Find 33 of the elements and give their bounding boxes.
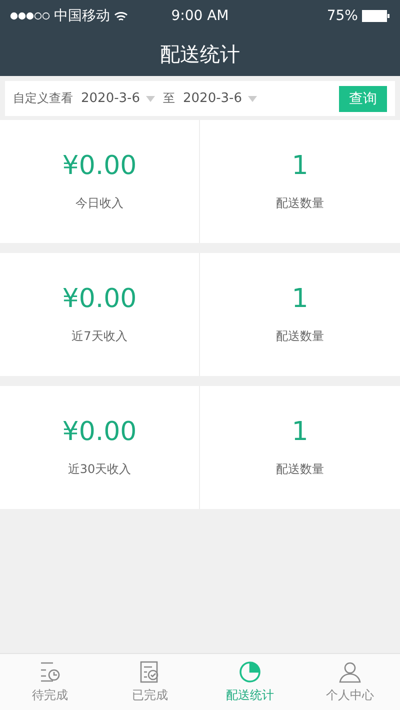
battery-percent: 75%	[326, 8, 358, 24]
income-amount: ¥0.00	[62, 284, 137, 314]
income-amount: ¥0.00	[62, 151, 137, 181]
dropdown-caret-icon	[248, 96, 258, 102]
income-label: 近7天收入	[72, 328, 128, 345]
pie-chart-icon	[238, 660, 262, 684]
signal-icon	[10, 12, 50, 20]
income-label: 今日收入	[76, 195, 124, 212]
carrier-name: 中国移动	[54, 7, 110, 25]
income-label: 近30天收入	[68, 461, 132, 478]
battery-icon	[362, 10, 390, 22]
delivery-count-label: 配送数量	[276, 461, 324, 478]
page-title: 配送统计	[159, 40, 241, 68]
tab-item[interactable]: 待完成	[0, 654, 100, 710]
delivery-count-label: 配送数量	[276, 328, 324, 345]
tab-item[interactable]: 个人中心	[300, 654, 400, 710]
delivery-count: 1	[292, 417, 308, 447]
delivery-count: 1	[292, 284, 308, 314]
tab-item[interactable]: 已完成	[100, 654, 200, 710]
query-button[interactable]: 查询	[339, 86, 387, 112]
delivery-count: 1	[292, 151, 308, 181]
dropdown-caret-icon	[146, 96, 156, 102]
wifi-icon	[114, 10, 128, 22]
list-clock-icon	[38, 660, 62, 684]
start-date-select[interactable]: 2020-3-6	[81, 91, 156, 106]
person-icon	[338, 660, 362, 684]
date-separator: 至	[163, 90, 176, 107]
status-time: 9:00 AM	[171, 8, 229, 24]
tab-item[interactable]: 配送统计	[200, 654, 300, 710]
end-date-select[interactable]: 2020-3-6	[183, 91, 258, 106]
income-amount: ¥0.00	[62, 417, 137, 447]
filter-label: 自定义查看	[13, 90, 73, 107]
delivery-count-label: 配送数量	[276, 195, 324, 212]
